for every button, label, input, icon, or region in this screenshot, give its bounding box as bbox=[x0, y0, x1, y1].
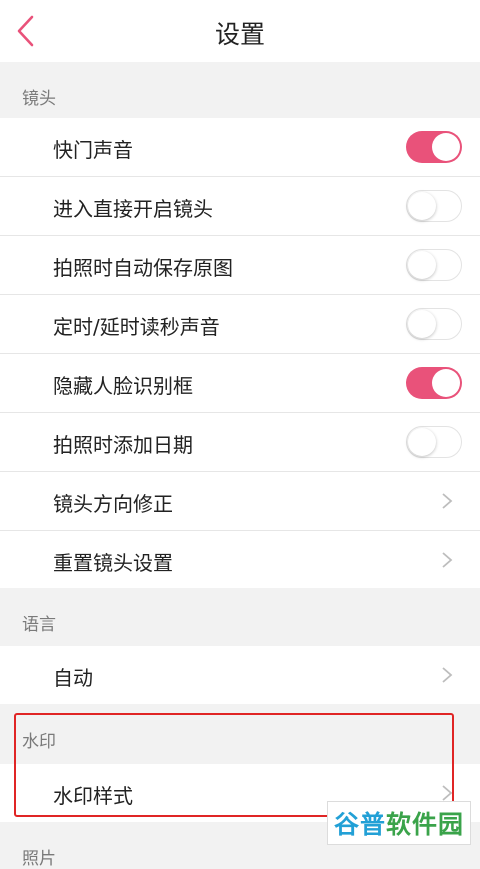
setting-label: 自动 bbox=[53, 666, 93, 690]
setting-row-lens-orientation[interactable]: 镜头方向修正 bbox=[0, 472, 480, 531]
site-watermark-logo: 谷普 软件园 bbox=[327, 801, 471, 845]
hide-face-box-toggle[interactable] bbox=[406, 367, 462, 399]
chevron-right-icon bbox=[442, 667, 453, 683]
setting-label: 拍照时自动保存原图 bbox=[53, 256, 233, 280]
timer-sound-toggle[interactable] bbox=[406, 308, 462, 340]
add-date-toggle[interactable] bbox=[406, 426, 462, 458]
section-header-language: 语言 bbox=[0, 588, 480, 646]
shutter-sound-toggle[interactable] bbox=[406, 131, 462, 163]
watermark-text-part1: 谷普 bbox=[333, 810, 386, 839]
section-label: 照片 bbox=[22, 849, 56, 869]
chevron-right-icon bbox=[442, 493, 453, 509]
setting-label: 进入直接开启镜头 bbox=[53, 197, 213, 221]
setting-label: 定时/延时读秒声音 bbox=[53, 315, 220, 339]
setting-label: 隐藏人脸识别框 bbox=[53, 374, 193, 398]
chevron-right-icon bbox=[442, 552, 453, 568]
toggle-knob bbox=[432, 369, 460, 397]
open-camera-toggle[interactable] bbox=[406, 190, 462, 222]
setting-row-reset-camera[interactable]: 重置镜头设置 bbox=[0, 531, 480, 589]
toggle-knob bbox=[408, 428, 436, 456]
setting-label: 快门声音 bbox=[53, 138, 133, 162]
camera-settings-list: 快门声音 进入直接开启镜头 拍照时自动保存原图 定时/延时读秒声音 隐藏人脸识别… bbox=[0, 118, 480, 589]
watermark-text-part2: 软件园 bbox=[386, 810, 465, 839]
setting-row-open-camera[interactable]: 进入直接开启镜头 bbox=[0, 177, 480, 236]
section-header-camera: 镜头 bbox=[0, 62, 480, 118]
toggle-knob bbox=[408, 251, 436, 279]
save-original-toggle[interactable] bbox=[406, 249, 462, 281]
section-label: 镜头 bbox=[22, 89, 56, 109]
setting-row-add-date[interactable]: 拍照时添加日期 bbox=[0, 413, 480, 472]
setting-label: 镜头方向修正 bbox=[53, 492, 173, 516]
toggle-knob bbox=[408, 310, 436, 338]
toggle-knob bbox=[408, 192, 436, 220]
setting-row-hide-face-box[interactable]: 隐藏人脸识别框 bbox=[0, 354, 480, 413]
header-bar: 设置 bbox=[0, 0, 480, 62]
toggle-knob bbox=[432, 133, 460, 161]
language-settings-list: 自动 bbox=[0, 646, 480, 704]
setting-row-timer-sound[interactable]: 定时/延时读秒声音 bbox=[0, 295, 480, 354]
setting-row-save-original[interactable]: 拍照时自动保存原图 bbox=[0, 236, 480, 295]
setting-label: 拍照时添加日期 bbox=[53, 433, 193, 457]
setting-row-language-auto[interactable]: 自动 bbox=[0, 646, 480, 704]
setting-label: 重置镜头设置 bbox=[53, 551, 173, 575]
setting-row-shutter-sound[interactable]: 快门声音 bbox=[0, 118, 480, 177]
page-title: 设置 bbox=[214, 20, 265, 49]
section-label: 语言 bbox=[22, 615, 56, 635]
